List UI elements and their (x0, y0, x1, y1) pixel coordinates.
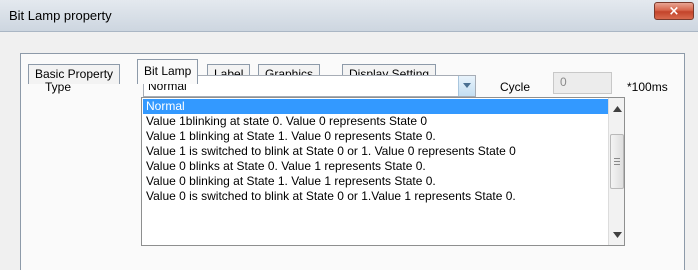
close-icon: × (668, 4, 680, 19)
close-button[interactable]: × (654, 2, 694, 20)
title-bar: Bit Lamp property × (0, 0, 698, 32)
tab-bit-lamp[interactable]: Bit Lamp (137, 59, 199, 84)
list-item[interactable]: Value 1 blinking at State 1. Value 0 rep… (143, 129, 609, 144)
cycle-input[interactable]: 0 (553, 72, 612, 94)
list-item[interactable]: Normal (143, 99, 609, 114)
type-select-dropdown-button[interactable] (458, 76, 475, 96)
list-item[interactable]: Value 0 blinking at State 1. Value 1 rep… (143, 174, 609, 189)
type-dropdown-list: Normal Value 1blinking at state 0. Value… (141, 97, 625, 246)
list-item[interactable]: Value 1 is switched to blink at State 0 … (143, 144, 609, 159)
type-label: Type (45, 80, 72, 94)
scrollbar-thumb[interactable] (610, 134, 624, 189)
list-item[interactable]: Value 0 blinks at State 0. Value 1 repre… (143, 159, 609, 174)
cycle-unit-label: *100ms (627, 80, 668, 94)
list-item[interactable]: Value 0 is switched to blink at State 0 … (143, 189, 609, 204)
tab-basic-property[interactable]: Basic Property (28, 64, 121, 84)
cycle-label: Cycle (500, 80, 531, 94)
grip-line (614, 161, 620, 162)
window-title: Bit Lamp property (9, 8, 112, 23)
list-item[interactable]: Value 1blinking at state 0. Value 0 repr… (143, 114, 609, 129)
grip-line (614, 164, 620, 165)
chevron-down-icon (463, 83, 471, 88)
scroll-down-icon[interactable] (613, 232, 622, 238)
bit-lamp-property-dialog: Bit Lamp property × Basic Property Bit L… (0, 0, 698, 270)
dropdown-scrollbar[interactable] (608, 98, 624, 245)
scroll-up-icon[interactable] (613, 106, 622, 112)
grip-line (614, 158, 620, 159)
